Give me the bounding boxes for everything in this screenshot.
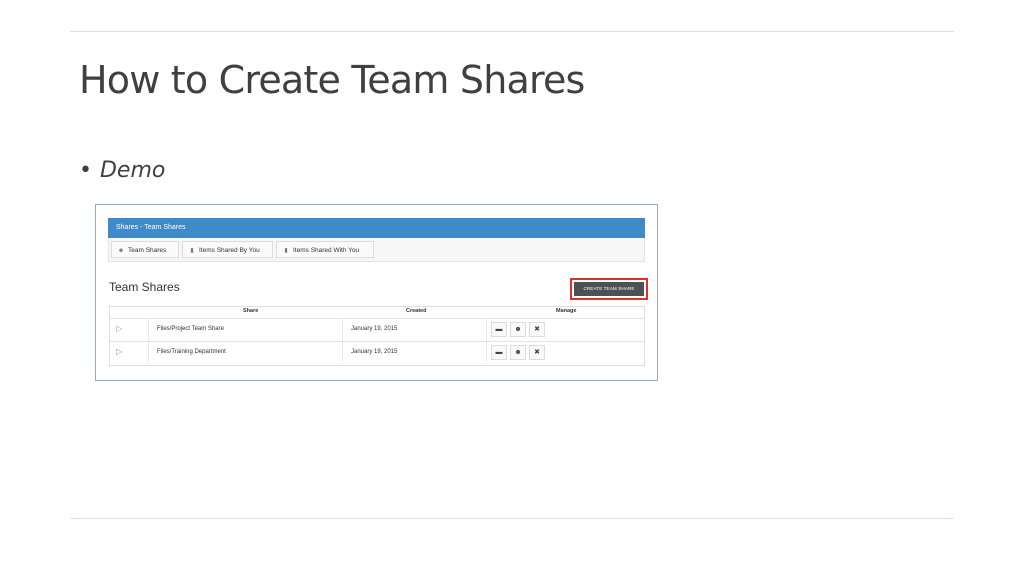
- column-divider: [148, 342, 149, 363]
- expand-arrow-icon[interactable]: ▷: [116, 324, 122, 333]
- column-header-created: Created: [406, 308, 427, 314]
- tab-label: Items Shared With You: [293, 247, 360, 254]
- bullet-dot: •: [79, 158, 92, 183]
- column-divider: [486, 342, 487, 363]
- column-header-manage: Manage: [556, 308, 577, 314]
- table-row[interactable]: ▷ Files/Training Department January 19, …: [110, 341, 644, 363]
- panel-header: Shares - Team Shares: [108, 218, 645, 238]
- tab-label: Team Shares: [128, 247, 167, 254]
- share-path: Files/Project Team Share: [157, 326, 224, 332]
- folder-icon[interactable]: ▬: [491, 345, 507, 360]
- column-divider: [342, 342, 343, 363]
- share-path: Files/Training Department: [157, 349, 226, 355]
- bullet-item: • Demo: [79, 158, 165, 183]
- users-icon: ☻: [117, 248, 125, 254]
- bottom-divider: [70, 518, 954, 519]
- column-divider: [148, 319, 149, 340]
- tab-bar: ☻ Team Shares ▮ Items Shared By You ▮ Items…: [108, 238, 645, 262]
- column-divider: [342, 319, 343, 340]
- create-team-share-button[interactable]: CREATE TEAM SHARE: [574, 282, 644, 296]
- column-divider: [486, 319, 487, 340]
- document-icon: ▮: [190, 248, 194, 254]
- close-icon[interactable]: ✖: [529, 322, 545, 337]
- created-date: January 19, 2015: [351, 349, 398, 355]
- tab-label: Items Shared By You: [199, 247, 260, 254]
- slide-title: How to Create Team Shares: [79, 58, 585, 102]
- app-screenshot: Shares - Team Shares ☻ Team Shares ▮ Items…: [95, 204, 658, 381]
- top-divider: [70, 31, 954, 32]
- bullet-text: Demo: [99, 158, 166, 183]
- tab-items-shared-by-you[interactable]: ▮ Items Shared By You: [182, 241, 273, 258]
- users-icon[interactable]: ☻: [510, 322, 526, 337]
- column-header-share: Share: [243, 308, 259, 314]
- created-date: January 19, 2015: [351, 326, 398, 332]
- section-heading: Team Shares: [109, 280, 180, 294]
- folder-icon[interactable]: ▬: [491, 322, 507, 337]
- tab-items-shared-with-you[interactable]: ▮ Items Shared With You: [276, 241, 374, 258]
- table-row[interactable]: ▷ Files/Project Team Share January 19, 2…: [110, 318, 644, 340]
- users-icon[interactable]: ☻: [510, 345, 526, 360]
- tab-team-shares[interactable]: ☻ Team Shares: [111, 241, 179, 258]
- close-icon[interactable]: ✖: [529, 345, 545, 360]
- expand-arrow-icon[interactable]: ▷: [116, 347, 122, 356]
- document-icon: ▮: [284, 248, 288, 254]
